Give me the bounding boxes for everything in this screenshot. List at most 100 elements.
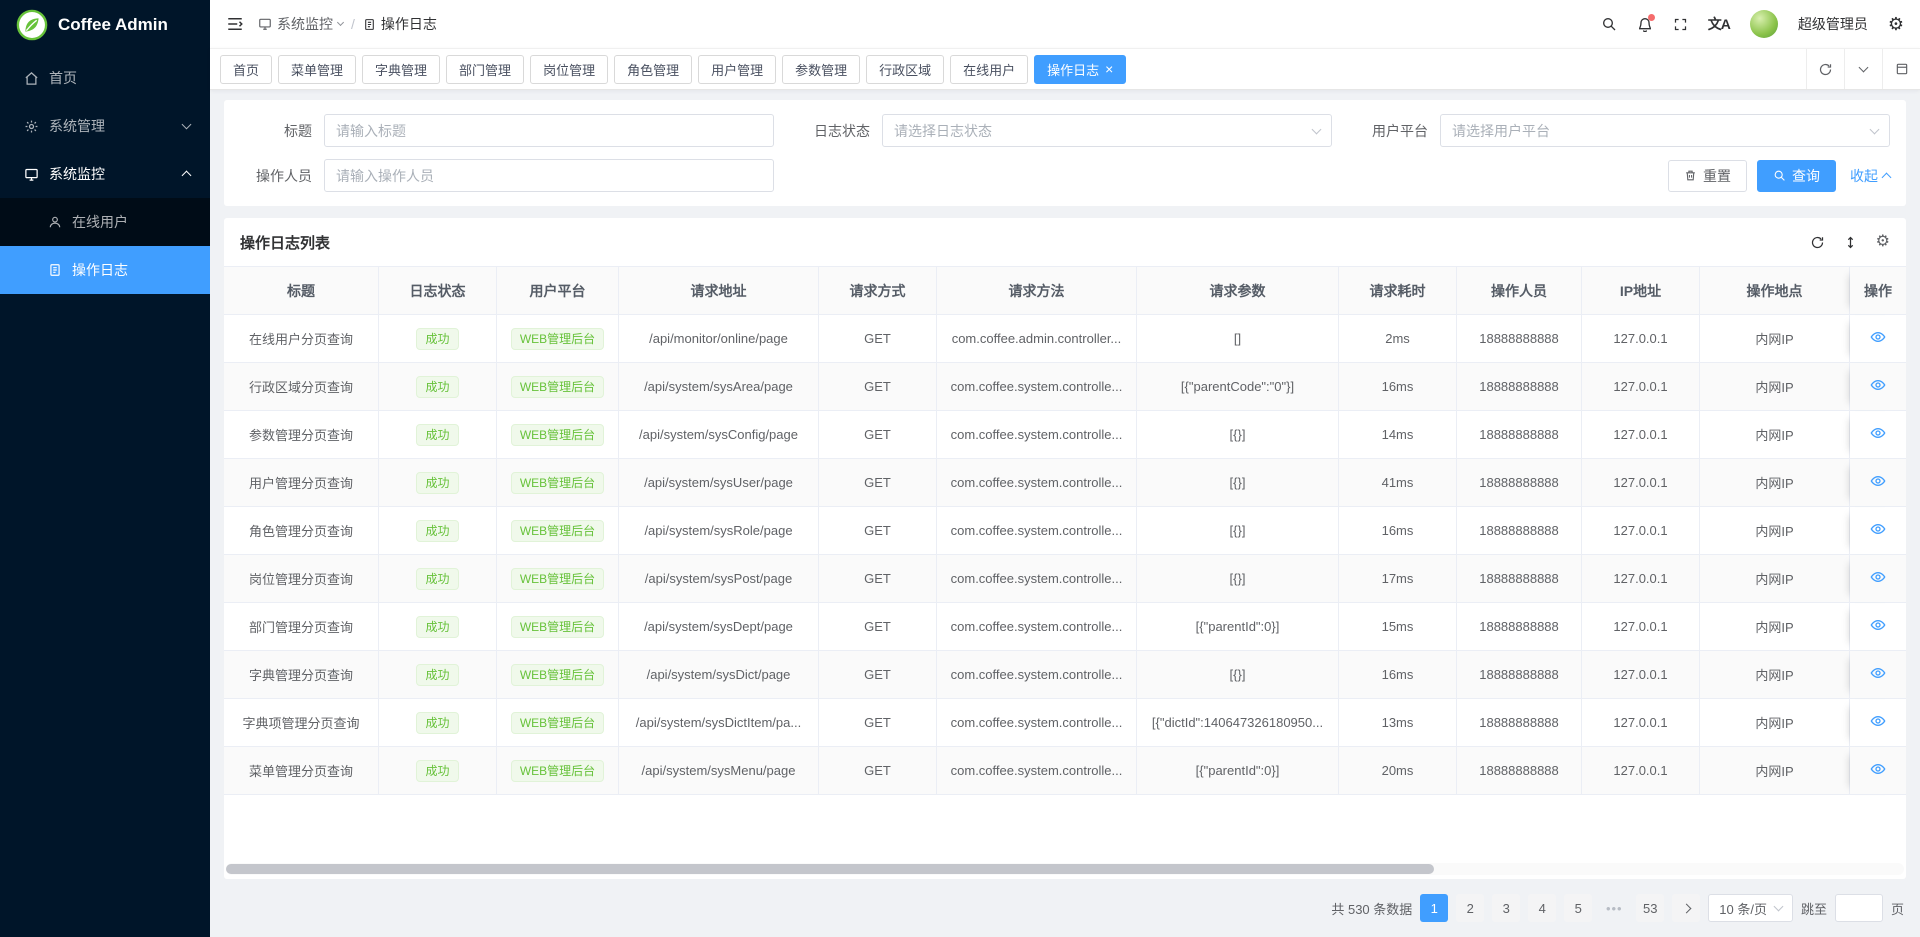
view-detail-eye-icon[interactable] [1870, 569, 1886, 585]
sidebar-item-system-management[interactable]: 系统管理 [0, 102, 210, 150]
view-detail-eye-icon[interactable] [1870, 617, 1886, 633]
table-row: 角色管理分页查询成功WEB管理后台/api/system/sysRole/pag… [224, 507, 1906, 555]
app-logo[interactable]: Coffee Admin [0, 0, 210, 50]
language-switch-icon[interactable]: 文A [1708, 14, 1730, 34]
page-button-5[interactable]: 5 [1564, 894, 1592, 922]
tab-label: 在线用户 [963, 60, 1015, 79]
page-button-2[interactable]: 2 [1456, 894, 1484, 922]
query-button[interactable]: 查询 [1757, 160, 1836, 192]
view-detail-eye-icon[interactable] [1870, 521, 1886, 537]
cell-platform: WEB管理后台 [497, 603, 619, 651]
refresh-table-icon[interactable] [1810, 235, 1825, 250]
view-detail-eye-icon[interactable] [1870, 761, 1886, 777]
cell-actions [1850, 507, 1906, 555]
cell-ip: 127.0.0.1 [1582, 699, 1700, 747]
breadcrumb: 系统监控 / 操作日志 [258, 14, 437, 34]
collapse-label: 收起 [1850, 166, 1878, 186]
tab-菜单管理[interactable]: 菜单管理 [278, 55, 356, 84]
collapse-filter-button[interactable]: 收起 [1850, 166, 1890, 186]
sidebar-item-home[interactable]: 首页 [0, 54, 210, 102]
reset-button[interactable]: 重置 [1668, 160, 1747, 192]
cell-url: /api/system/sysDict/page [619, 651, 819, 699]
view-detail-eye-icon[interactable] [1870, 713, 1886, 729]
cell-actions [1850, 363, 1906, 411]
tab-角色管理[interactable]: 角色管理 [614, 55, 692, 84]
table-row: 在线用户分页查询成功WEB管理后台/api/monitor/online/pag… [224, 315, 1906, 363]
settings-gear-icon[interactable]: ⚙ [1888, 15, 1904, 33]
tab-options-chevron-icon[interactable] [1844, 49, 1882, 89]
notification-bell-icon[interactable] [1637, 16, 1653, 32]
tab-字典管理[interactable]: 字典管理 [362, 55, 440, 84]
cell-duration: 2ms [1339, 315, 1457, 363]
table-row: 字典项管理分页查询成功WEB管理后台/api/system/sysDictIte… [224, 699, 1906, 747]
next-page-button[interactable] [1672, 894, 1700, 922]
tab-label: 行政区域 [879, 60, 931, 79]
tab-岗位管理[interactable]: 岗位管理 [530, 55, 608, 84]
page-button-3[interactable]: 3 [1492, 894, 1520, 922]
cell-platform: WEB管理后台 [497, 363, 619, 411]
menu-fold-icon[interactable] [226, 15, 244, 33]
sidebar: Coffee Admin 首页 系统管理 系统监控 [0, 0, 210, 937]
platform-tag: WEB管理后台 [511, 760, 604, 782]
cell-params: [{"parentId":0}] [1137, 747, 1339, 795]
content-fullscreen-icon[interactable] [1882, 49, 1920, 89]
log-status-select[interactable]: 请选择日志状态 [882, 114, 1332, 147]
title-input[interactable] [324, 114, 774, 147]
user-avatar[interactable] [1750, 10, 1778, 38]
cell-title: 字典管理分页查询 [224, 651, 379, 699]
fullscreen-icon[interactable] [1673, 17, 1688, 32]
cell-ip: 127.0.0.1 [1582, 507, 1700, 555]
column-settings-icon[interactable]: ⚙ [1876, 234, 1890, 250]
page-button-53[interactable]: 53 [1636, 894, 1664, 922]
tab-参数管理[interactable]: 参数管理 [782, 55, 860, 84]
cell-actions [1850, 315, 1906, 363]
tab-close-icon[interactable]: × [1105, 62, 1113, 76]
jump-page-input[interactable] [1835, 894, 1883, 922]
tab-label: 角色管理 [627, 60, 679, 79]
tab-在线用户[interactable]: 在线用户 [950, 55, 1028, 84]
jump-prefix-label: 跳至 [1801, 899, 1827, 918]
platform-select[interactable]: 请选择用户平台 [1440, 114, 1890, 147]
operator-input[interactable] [324, 159, 774, 192]
view-detail-eye-icon[interactable] [1870, 473, 1886, 489]
cell-duration: 16ms [1339, 507, 1457, 555]
cell-duration: 16ms [1339, 363, 1457, 411]
pagination-ellipsis: ••• [1600, 894, 1628, 922]
cell-params: [{}] [1137, 555, 1339, 603]
sidebar-item-operation-log[interactable]: 操作日志 [0, 246, 210, 294]
tab-label: 首页 [233, 60, 259, 79]
tab-部门管理[interactable]: 部门管理 [446, 55, 524, 84]
cell-url: /api/system/sysDictItem/pa... [619, 699, 819, 747]
chevron-down-icon [1774, 902, 1784, 912]
cell-status: 成功 [379, 747, 497, 795]
refresh-tab-icon[interactable] [1806, 49, 1844, 89]
log-status-filter-label: 日志状态 [798, 121, 870, 141]
tab-行政区域[interactable]: 行政区域 [866, 55, 944, 84]
breadcrumb-current: 操作日志 [363, 14, 437, 34]
chevron-down-icon [337, 19, 344, 26]
notification-badge [1648, 14, 1655, 21]
page-size-select[interactable]: 10 条/页 [1708, 894, 1793, 922]
view-detail-eye-icon[interactable] [1870, 425, 1886, 441]
page-button-1[interactable]: 1 [1420, 894, 1448, 922]
tab-首页[interactable]: 首页 [220, 55, 272, 84]
density-icon[interactable] [1843, 235, 1858, 250]
breadcrumb-parent[interactable]: 系统监控 [258, 14, 343, 34]
cell-ip: 127.0.0.1 [1582, 315, 1700, 363]
cell-operator: 18888888888 [1457, 651, 1582, 699]
sidebar-item-online-users[interactable]: 在线用户 [0, 198, 210, 246]
horizontal-scrollbar[interactable] [226, 863, 1904, 875]
sidebar-item-system-monitor[interactable]: 系统监控 [0, 150, 210, 198]
view-detail-eye-icon[interactable] [1870, 329, 1886, 345]
status-tag: 成功 [416, 760, 458, 782]
search-icon[interactable] [1601, 16, 1617, 32]
page-button-4[interactable]: 4 [1528, 894, 1556, 922]
view-detail-eye-icon[interactable] [1870, 665, 1886, 681]
tab-用户管理[interactable]: 用户管理 [698, 55, 776, 84]
view-detail-eye-icon[interactable] [1870, 377, 1886, 393]
sidebar-menu: 首页 系统管理 系统监控 在线用户 [0, 50, 210, 937]
username-label[interactable]: 超级管理员 [1798, 14, 1868, 34]
scrollbar-thumb[interactable] [226, 864, 1434, 874]
cell-method: GET [819, 747, 937, 795]
tab-操作日志[interactable]: 操作日志× [1034, 55, 1126, 84]
